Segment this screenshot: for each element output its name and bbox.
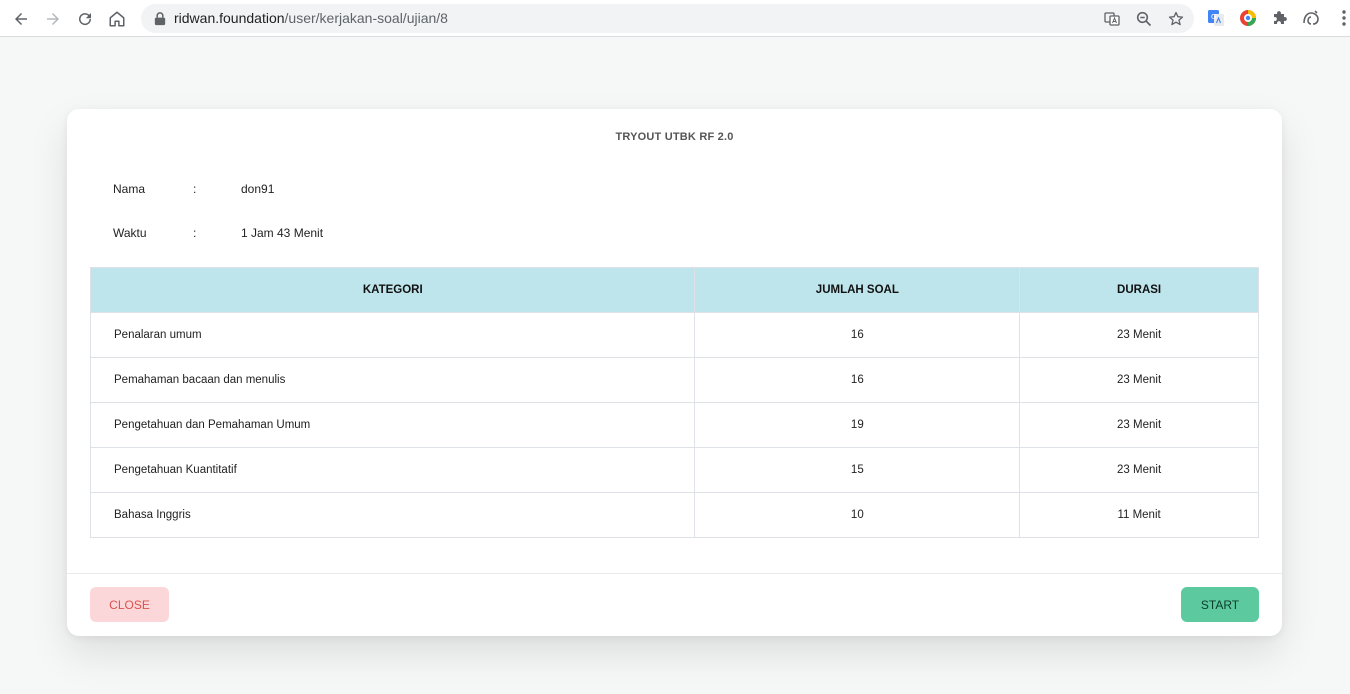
browser-toolbar: ridwan.foundation/user/kerjakan-soal/uji… [0, 0, 1350, 37]
cell-jumlah: 15 [694, 447, 1021, 493]
svg-text:G: G [1211, 13, 1216, 21]
info-label: Waktu [113, 226, 147, 240]
profile-extension-icon[interactable] [1301, 8, 1321, 28]
back-arrow-icon[interactable] [8, 6, 34, 32]
cell-durasi: 23 Menit [1019, 357, 1259, 403]
cell-durasi: 23 Menit [1019, 447, 1259, 493]
url-text[interactable]: ridwan.foundation/user/kerjakan-soal/uji… [174, 10, 448, 27]
table-row: Penalaran umum 16 23 Menit [89, 312, 1259, 358]
cell-jumlah: 16 [694, 357, 1021, 403]
cell-jumlah: 16 [694, 312, 1021, 358]
info-colon: : [193, 226, 197, 240]
info-label: Nama [113, 182, 146, 196]
cell-durasi: 23 Menit [1019, 402, 1259, 448]
translate-icon[interactable] [1102, 9, 1122, 29]
cell-kategori: Pemahaman bacaan dan menulis [89, 357, 696, 403]
cell-kategori: Pengetahuan dan Pemahaman Umum [89, 402, 696, 448]
home-icon[interactable] [104, 6, 130, 32]
table-header-row: KATEGORI JUMLAH SOAL DURASI [89, 267, 1259, 313]
cell-kategori: Pengetahuan Kuantitatif [89, 447, 696, 493]
cell-durasi: 11 Menit [1019, 492, 1259, 538]
exam-start-modal: TRYOUT UTBK RF 2.0 Nama : don91 Waktu : … [67, 109, 1282, 636]
category-table: KATEGORI JUMLAH SOAL DURASI Penalaran um… [89, 267, 1259, 538]
start-button[interactable]: START [1181, 587, 1259, 622]
table-row: Pengetahuan Kuantitatif 15 23 Menit [89, 447, 1259, 493]
address-bar[interactable]: ridwan.foundation/user/kerjakan-soal/uji… [141, 4, 1194, 33]
kebab-menu-icon[interactable] [1334, 8, 1350, 28]
lock-icon[interactable] [153, 11, 167, 26]
forward-arrow-icon[interactable] [40, 6, 66, 32]
google-translate-extension-icon[interactable]: G [1206, 8, 1226, 28]
table-row: Pemahaman bacaan dan menulis 16 23 Menit [89, 357, 1259, 403]
cell-kategori: Penalaran umum [89, 312, 696, 358]
header-durasi: DURASI [1019, 267, 1259, 313]
footer-divider [67, 573, 1282, 574]
extensions-puzzle-icon[interactable] [1270, 8, 1290, 28]
header-jumlah-soal: JUMLAH SOAL [694, 267, 1021, 313]
table-row: Pengetahuan dan Pemahaman Umum 19 23 Men… [89, 402, 1259, 448]
cell-jumlah: 19 [694, 402, 1021, 448]
star-icon[interactable] [1166, 9, 1186, 29]
info-value-time: 1 Jam 43 Menit [241, 226, 324, 240]
reload-icon[interactable] [72, 6, 98, 32]
cell-kategori: Bahasa Inggris [89, 492, 696, 538]
zoom-out-icon[interactable] [1134, 9, 1154, 29]
cell-durasi: 23 Menit [1019, 312, 1259, 358]
url-path: /user/kerjakan-soal/ujian/8 [284, 10, 448, 26]
info-colon: : [193, 182, 197, 196]
header-kategori: KATEGORI [89, 267, 696, 313]
url-host: ridwan.foundation [174, 10, 285, 26]
close-button[interactable]: CLOSE [90, 587, 169, 622]
modal-title: TRYOUT UTBK RF 2.0 [615, 131, 734, 143]
table-row: Bahasa Inggris 10 11 Menit [89, 492, 1259, 538]
info-value-name: don91 [241, 182, 275, 196]
cell-jumlah: 10 [694, 492, 1021, 538]
color-extension-icon[interactable] [1238, 8, 1258, 28]
